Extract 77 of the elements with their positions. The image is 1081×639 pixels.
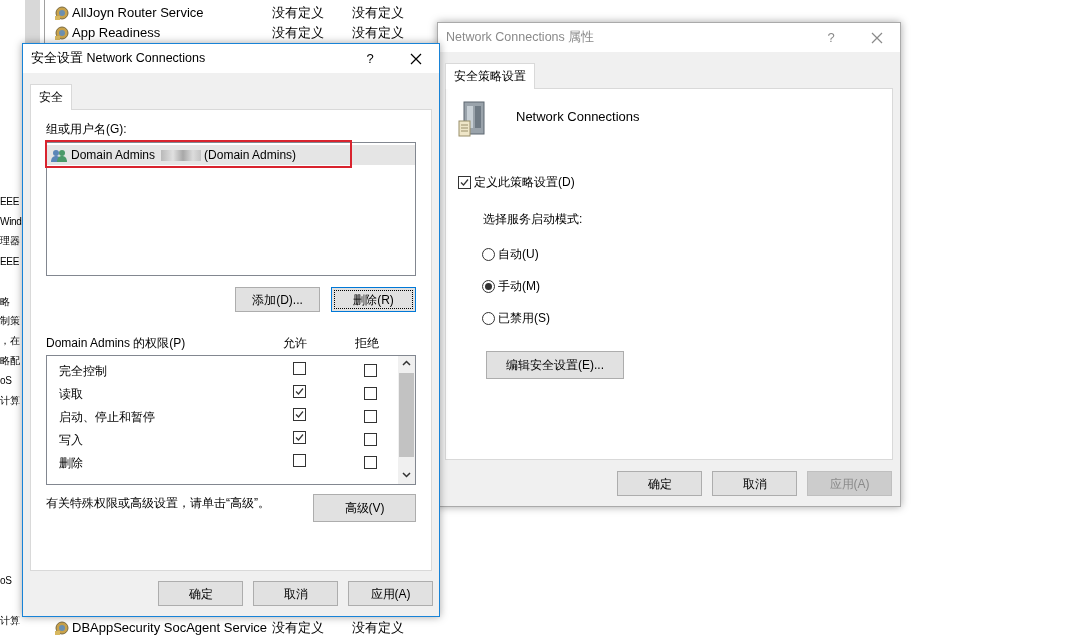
permission-name: 完全控制 [59,363,107,378]
window-title: Network Connections 属性 [446,29,596,47]
dialog-button[interactable]: 添加(D)... [235,287,320,312]
radio-button[interactable] [482,279,495,293]
checkbox[interactable] [458,175,471,189]
tree-item-text: oS [0,574,12,588]
tree-item-text: oS [0,374,12,388]
advanced-button[interactable]: 高级(V) [313,494,416,522]
tree-item-text: 计算 [0,394,20,408]
radio-label: 自动(U) [498,246,539,263]
permission-name: 写入 [59,432,83,447]
tab[interactable]: 安全 [30,84,72,110]
table-cell: 没有定义 [272,620,324,636]
checkbox[interactable] [364,433,377,446]
tree-item-text: EEE [0,255,20,269]
checkbox[interactable] [364,456,377,469]
dialog-button[interactable]: 确定 [617,471,702,496]
user-name: Domain Admins [71,147,156,164]
gear-icon [54,25,70,41]
table-cell: 没有定义 [272,25,324,41]
column-header: 允许 [283,335,308,350]
table-cell: 没有定义 [352,5,404,21]
close-icon[interactable] [410,52,422,65]
tree-item-text: 制策 [0,314,20,328]
radio-button[interactable] [482,247,495,261]
gear-icon [54,5,70,21]
checkbox[interactable] [293,361,306,375]
dialog-button[interactable]: 应用(A) [348,581,433,606]
scrollbar[interactable] [398,356,415,484]
checkbox[interactable] [293,453,306,467]
table-cell: 没有定义 [352,620,404,636]
checkbox[interactable] [293,384,306,398]
startup-label: 选择服务启动模式: [483,211,583,228]
list-label: 组或用户名(G): [46,121,127,138]
gear-icon [54,620,70,636]
tree-item-text: 略配 [0,354,20,368]
checkbox[interactable] [364,364,377,377]
scrollbar[interactable] [25,0,40,43]
column-header: 拒绝 [355,335,379,350]
radio-label: 已禁用(S) [498,310,550,327]
dialog-button[interactable]: 取消 [712,471,797,496]
radio-button[interactable] [482,311,495,325]
tree-item-text: 略 [0,295,10,309]
tree-item-text: Wind [0,215,22,229]
window-title: 安全设置 Network Connections [31,50,207,68]
permissions-label: Domain Admins 的权限(P) [46,335,187,350]
redaction-block [161,149,202,161]
user-row[interactable]: Domain Admins (Domain Admins) [47,145,415,165]
user-account: (Domain Admins) [204,147,297,164]
dialog-button[interactable]: 确定 [158,581,243,606]
tree-item-text: ，在 [0,334,20,348]
service-name[interactable]: App Readiness [72,23,161,43]
tree-item-text: EEE [0,195,20,209]
service-name[interactable]: DBAppSecurity SocAgent Service [72,618,268,638]
checkbox[interactable] [293,407,306,421]
radio-label: 手动(M) [498,278,540,295]
advanced-note: 有关特殊权限或高级设置，请单击“高级”。 [46,495,270,512]
permission-name: 删除 [59,455,83,470]
tab[interactable]: 安全策略设置 [445,63,535,89]
table-cell: 没有定义 [352,25,404,41]
dialog-button[interactable]: 取消 [253,581,338,606]
edit-security-button[interactable]: 编辑安全设置(E)... [486,351,624,379]
tree-item-text: 理器 [0,234,20,248]
service-name[interactable]: AllJoyn Router Service [72,3,204,23]
checkbox[interactable] [293,430,306,444]
users-icon [51,148,68,162]
help-button[interactable]: ? [347,48,393,69]
permission-name: 读取 [59,386,83,401]
tree-item-text: 计算 [0,614,20,628]
checkbox[interactable] [364,387,377,400]
table-cell: 没有定义 [272,5,324,21]
service-name: Network Connections [516,108,640,126]
help-button[interactable]: ? [808,27,854,48]
checkbox[interactable] [364,410,377,423]
permission-name: 启动、停止和暂停 [59,409,155,424]
checkbox-label: 定义此策略设置(D) [474,174,575,191]
dialog-button[interactable]: 删除(R) [331,287,416,312]
